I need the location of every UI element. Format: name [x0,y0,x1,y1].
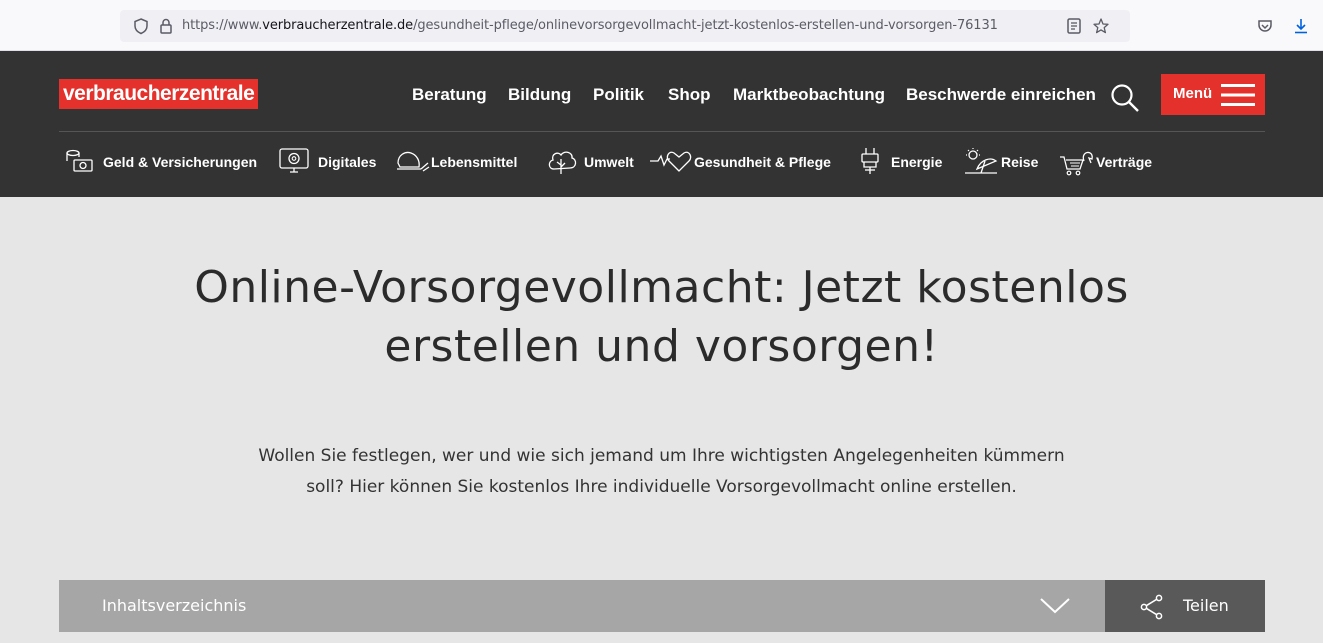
url-domain: verbraucherzentrale.de [262,18,414,33]
topic-label: Gesundheit & Pflege [694,154,831,170]
topic-label: Umwelt [584,154,634,170]
lock-icon[interactable] [157,17,175,35]
header-divider [59,131,1265,132]
url-path: /gesundheit-pflege/onlinevorsorgevollmac… [413,18,998,33]
menu-button[interactable]: Menü [1161,74,1265,115]
topic-label: Reise [1001,154,1039,170]
address-bar[interactable]: https://www.verbraucherzentrale.de/gesun… [120,10,1130,42]
share-button[interactable]: Teilen [1105,580,1265,632]
toc-toggle[interactable]: Inhaltsverzeichnis [59,580,1105,632]
toc-label: Inhaltsverzeichnis [102,596,247,615]
chevron-down-icon [1040,598,1070,614]
topic-label: Energie [891,154,943,170]
cart-icon [1060,151,1093,176]
travel-icon [965,148,998,174]
nav-item-politik[interactable]: Politik [593,85,644,105]
search-icon[interactable] [1108,81,1142,115]
shield-icon[interactable] [132,17,150,35]
nav-item-beratung[interactable]: Beratung [412,85,487,105]
share-label: Teilen [1183,596,1229,615]
pocket-icon[interactable] [1256,17,1274,35]
share-icon [1140,594,1163,620]
site-header: verbraucherzentrale Beratung Bildung Pol… [0,51,1323,197]
title-line-1: Online-Vorsorgevollmacht: Jetzt kostenlo… [194,262,1129,313]
intro-line-2: soll? Hier können Sie kostenlos Ihre ind… [306,477,1017,497]
site-logo[interactable]: verbraucherzentrale [59,79,259,109]
plug-icon [861,148,879,174]
url-prefix: https://www. [182,18,263,33]
topic-label: Digitales [318,154,377,170]
intro-line-1: Wollen Sie festlegen, wer und wie sich j… [258,446,1065,466]
hamburger-icon [1221,84,1255,106]
digital-icon [279,148,309,173]
tree-icon [548,151,577,174]
intro-text: Wollen Sie festlegen, wer und wie sich j… [180,441,1143,503]
topic-label: Lebensmittel [431,154,518,170]
menu-label: Menü [1173,85,1213,102]
nav-item-marktbeobachtung[interactable]: Marktbeobachtung [733,85,885,105]
title-line-2: erstellen und vorsorgen! [384,321,939,372]
page-title: Online-Vorsorgevollmacht: Jetzt kostenlo… [100,258,1223,376]
topic-label: Verträge [1096,154,1153,170]
nav-item-bildung[interactable]: Bildung [508,85,571,105]
heartbeat-icon [650,151,692,172]
food-icon [397,151,430,172]
bookmark-star-icon[interactable] [1092,17,1110,35]
download-icon[interactable] [1292,17,1310,35]
money-icon [66,149,93,172]
topic-nav: Geld & Versicherungen Digitales Lebensmi… [0,147,1323,177]
nav-item-shop[interactable]: Shop [668,85,711,105]
url-text[interactable]: https://www.verbraucherzentrale.de/gesun… [182,18,998,33]
nav-item-beschwerde[interactable]: Beschwerde einreichen [906,85,1096,105]
reader-view-icon[interactable] [1065,17,1083,35]
browser-toolbar: https://www.verbraucherzentrale.de/gesun… [0,0,1323,51]
topic-label: Geld & Versicherungen [103,154,258,170]
